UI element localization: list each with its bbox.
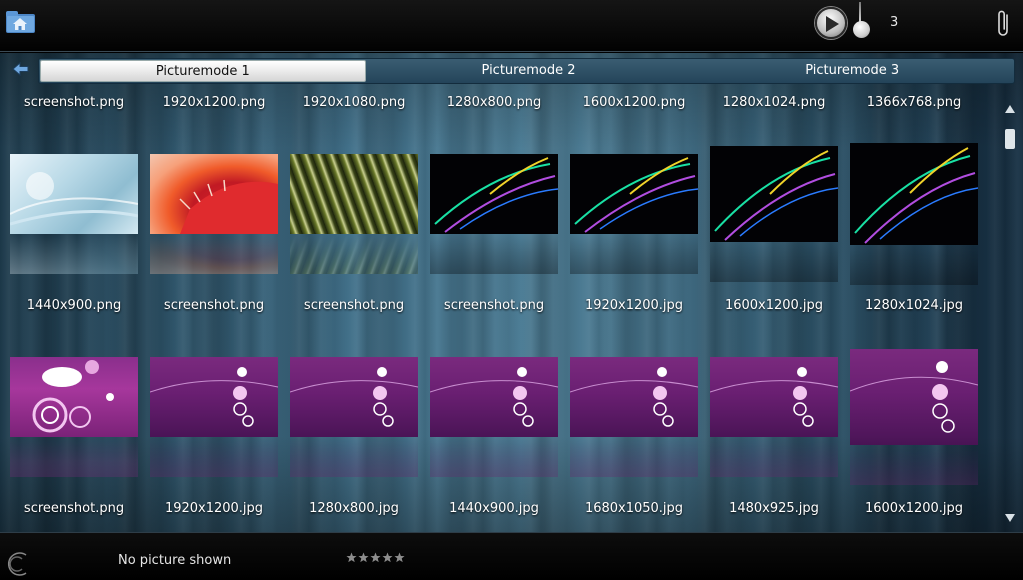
- tab-picturemode-3[interactable]: Picturemode 3: [690, 59, 1014, 83]
- thumbnail-label[interactable]: 1440x900.png: [4, 298, 144, 313]
- thumbnail-label[interactable]: 1366x768.png: [844, 95, 984, 110]
- thumbnail-label[interactable]: 1280x1024.png: [704, 95, 844, 110]
- thumbnail-label[interactable]: 1280x800.jpg: [284, 501, 424, 516]
- thumbnail-label[interactable]: screenshot.png: [144, 298, 284, 313]
- thumbnail-image[interactable]: [430, 154, 558, 234]
- busy-spinner-icon: [4, 551, 30, 577]
- thumbnail-label[interactable]: 1920x1200.jpg: [144, 501, 284, 516]
- star-icon[interactable]: [358, 552, 369, 563]
- thumbnail-label[interactable]: screenshot.png: [424, 298, 564, 313]
- thumbnail-reflection: [850, 245, 978, 285]
- thumbnail-label[interactable]: 1280x800.png: [424, 95, 564, 110]
- picture-browser: Picturemode 1 Picturemode 2 Picturemode …: [0, 53, 1023, 532]
- tab-picturemode-2[interactable]: Picturemode 2: [367, 59, 691, 83]
- star-icon[interactable]: [370, 552, 381, 563]
- scroll-down-arrow-icon[interactable]: [1004, 508, 1016, 522]
- thumbnail-label[interactable]: screenshot.png: [284, 298, 424, 313]
- thumbnail-image[interactable]: [570, 357, 698, 437]
- status-text: No picture shown: [118, 553, 232, 568]
- thumbnail-label[interactable]: 1920x1200.png: [144, 95, 284, 110]
- star-icon[interactable]: [394, 552, 405, 563]
- star-icon[interactable]: [382, 552, 393, 563]
- thumbnail-reflection: [710, 437, 838, 477]
- thumbnail-reflection: [10, 437, 138, 477]
- thumbnail-image[interactable]: [10, 154, 138, 234]
- thumbnail-reflection: [150, 437, 278, 477]
- picturemode-tabs: Picturemode 1 Picturemode 2 Picturemode …: [38, 58, 1015, 84]
- thumbnail-label[interactable]: 1440x900.jpg: [424, 501, 564, 516]
- thumbnail-image[interactable]: [710, 146, 838, 242]
- thumbnail-label[interactable]: 1600x1200.jpg: [844, 501, 984, 516]
- slider-knob[interactable]: [853, 21, 870, 38]
- star-rating[interactable]: [346, 552, 405, 563]
- thumbnail-label[interactable]: 1920x1200.jpg: [564, 298, 704, 313]
- thumbnail-reflection: [430, 234, 558, 274]
- thumbnail-label[interactable]: 1600x1200.png: [564, 95, 704, 110]
- thumbnail-image[interactable]: [570, 154, 698, 234]
- count-value: 3: [890, 15, 899, 30]
- thumbnail-label[interactable]: screenshot.png: [4, 95, 144, 110]
- thumbnail-reflection: [10, 234, 138, 274]
- thumbnail-reflection: [290, 437, 418, 477]
- thumbnail-label[interactable]: 1920x1080.png: [284, 95, 424, 110]
- scrollbar-thumb[interactable]: [1005, 129, 1015, 149]
- thumbnail-reflection: [570, 234, 698, 274]
- status-bar: No picture shown: [0, 532, 1023, 580]
- thumbnail-label[interactable]: 1600x1200.jpg: [704, 298, 844, 313]
- top-toolbar: 3: [0, 0, 1023, 52]
- tab-picturemode-1[interactable]: Picturemode 1: [40, 60, 366, 82]
- thumbnail-image[interactable]: [150, 357, 278, 437]
- thumbnail-reflection: [570, 437, 698, 477]
- thumbnail-label[interactable]: 1480x925.jpg: [704, 501, 844, 516]
- scroll-up-arrow-icon[interactable]: [1004, 99, 1016, 113]
- paperclip-icon[interactable]: [994, 9, 1014, 39]
- thumbnail-image[interactable]: [290, 357, 418, 437]
- back-arrow-icon[interactable]: [12, 61, 30, 77]
- thumbnail-reflection: [150, 234, 278, 274]
- thumbnail-image[interactable]: [150, 154, 278, 234]
- thumbnail-reflection: [430, 437, 558, 477]
- thumbnail-reflection: [290, 234, 418, 274]
- home-folder-icon[interactable]: [5, 10, 36, 34]
- star-icon[interactable]: [346, 552, 357, 563]
- thumbnail-label[interactable]: 1280x1024.jpg: [844, 298, 984, 313]
- thumbnail-image[interactable]: [10, 357, 138, 437]
- play-button[interactable]: [815, 7, 847, 39]
- thumbnail-label[interactable]: 1680x1050.jpg: [564, 501, 704, 516]
- thumbnail-image[interactable]: [710, 357, 838, 437]
- thumbnail-image[interactable]: [430, 357, 558, 437]
- thumbnail-label[interactable]: screenshot.png: [4, 501, 144, 516]
- thumbnail-image[interactable]: [850, 349, 978, 445]
- thumbnail-reflection: [850, 445, 978, 485]
- thumbnail-reflection: [710, 242, 838, 282]
- thumbnail-image[interactable]: [290, 154, 418, 234]
- thumbnail-image[interactable]: [850, 143, 978, 245]
